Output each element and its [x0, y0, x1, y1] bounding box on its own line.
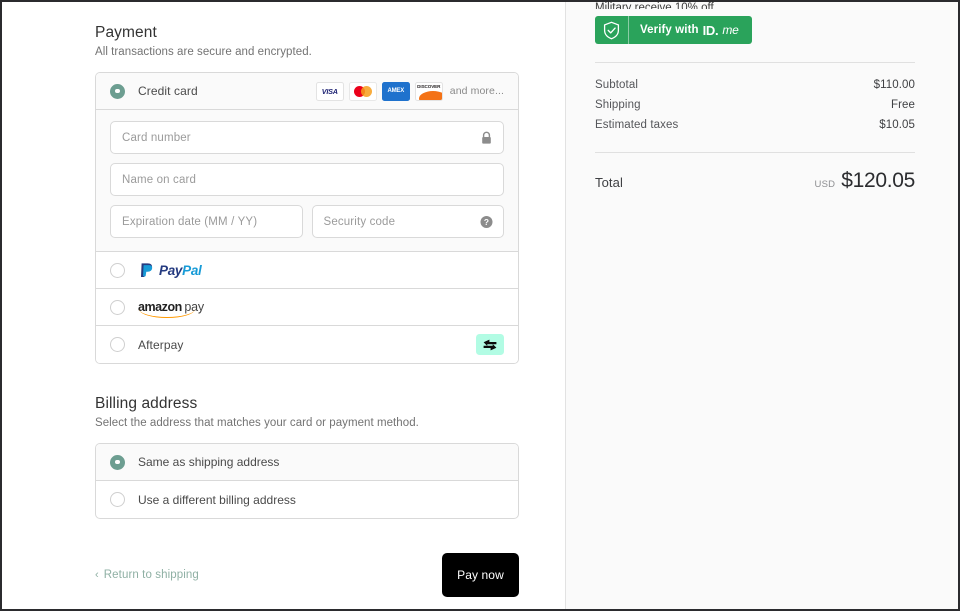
summary-rows: Subtotal $110.00 Shipping Free Estimated…	[595, 75, 915, 135]
expiration-date-placeholder: Expiration date (MM / YY)	[122, 215, 258, 228]
radio-same-as-shipping[interactable]	[110, 454, 125, 470]
browser-window: Payment All transactions are secure and …	[0, 0, 960, 611]
mastercard-icon	[348, 81, 377, 101]
lock-icon	[480, 131, 493, 145]
payment-method-credit-card[interactable]: Credit card VISA AMEX DISCOVER and more.…	[96, 73, 518, 110]
card-brand-logos: VISA AMEX DISCOVER	[315, 81, 443, 101]
summary-label-subtotal: Subtotal	[595, 78, 638, 91]
checkout-main-column: Payment All transactions are secure and …	[4, 2, 565, 609]
total-amount: $120.05	[841, 168, 915, 192]
pay-now-button[interactable]: Pay now	[442, 553, 519, 597]
radio-different-billing[interactable]	[110, 492, 125, 507]
billing-options-list: Same as shipping address Use a different…	[95, 443, 519, 519]
amex-icon: AMEX	[381, 81, 410, 101]
paypal-logo-part2: Pal	[182, 262, 202, 278]
checkout-footer: ‹ Return to shipping Pay now	[95, 553, 519, 597]
idme-label-group: Verify with ID. me	[629, 16, 752, 44]
name-on-card-placeholder: Name on card	[122, 173, 197, 186]
promo-text: Military receive 10% off	[595, 2, 714, 9]
summary-divider-top	[595, 61, 915, 63]
radio-amazon-pay[interactable]	[110, 299, 125, 315]
return-to-shipping-link[interactable]: ‹ Return to shipping	[95, 569, 199, 581]
summary-row-subtotal: Subtotal $110.00	[595, 75, 915, 95]
billing-section-title: Billing address	[95, 395, 198, 412]
billing-option-label-different: Use a different billing address	[138, 492, 296, 507]
billing-option-label-same: Same as shipping address	[138, 455, 280, 469]
radio-afterpay[interactable]	[110, 337, 125, 352]
idme-brand-id: ID.	[702, 22, 719, 38]
discover-icon: DISCOVER	[414, 81, 443, 101]
payment-method-paypal[interactable]: PayPal	[96, 252, 518, 289]
idme-brand-me: me	[722, 23, 739, 37]
total-label: Total	[595, 174, 623, 190]
summary-row-total: Total USD $120.05	[595, 169, 915, 193]
payment-section-subtitle: All transactions are secure and encrypte…	[95, 46, 312, 58]
summary-row-taxes: Estimated taxes $10.05	[595, 115, 915, 135]
radio-paypal[interactable]	[110, 262, 125, 278]
afterpay-icon	[476, 334, 504, 355]
card-number-field[interactable]: Card number	[110, 121, 504, 154]
card-number-placeholder: Card number	[122, 131, 191, 144]
amazon-smile-icon	[139, 309, 195, 318]
summary-divider-bottom	[595, 151, 915, 153]
paypal-logo-part1: Pay	[159, 262, 183, 278]
idme-verify-text: Verify with	[640, 24, 699, 36]
shield-check-icon	[595, 16, 629, 44]
security-code-field[interactable]: Security code ?	[311, 205, 504, 238]
radio-credit-card[interactable]	[110, 83, 125, 99]
total-currency: USD	[814, 178, 836, 190]
billing-option-different-address[interactable]: Use a different billing address	[96, 481, 518, 518]
payment-method-amazon-pay[interactable]: amazon pay	[96, 289, 518, 326]
summary-label-shipping: Shipping	[595, 98, 641, 111]
verify-with-idme-button[interactable]: Verify with ID. me	[595, 16, 752, 44]
summary-value-taxes: $10.05	[879, 118, 915, 131]
expiration-date-field[interactable]: Expiration date (MM / YY)	[110, 205, 303, 238]
payment-method-label-afterpay: Afterpay	[138, 337, 184, 352]
billing-section-subtitle: Select the address that matches your car…	[95, 417, 419, 429]
svg-text:?: ?	[484, 217, 489, 227]
security-code-placeholder: Security code	[323, 215, 396, 228]
summary-row-shipping: Shipping Free	[595, 95, 915, 115]
chevron-left-icon: ‹	[95, 568, 99, 581]
summary-label-taxes: Estimated taxes	[595, 118, 679, 131]
paypal-logo: PayPal	[138, 262, 202, 279]
visa-icon: VISA	[315, 81, 344, 101]
billing-address-section: Billing address Select the address that …	[95, 395, 519, 519]
payment-section-title: Payment	[95, 24, 157, 41]
billing-option-same-as-shipping[interactable]: Same as shipping address	[96, 444, 518, 481]
amazon-pay-logo: amazon pay	[138, 300, 204, 318]
return-to-shipping-label: Return to shipping	[103, 569, 199, 581]
expiry-security-row: Expiration date (MM / YY) Security code …	[110, 205, 504, 238]
order-summary-sidebar: Military receive 10% off Verify with ID.…	[565, 2, 958, 609]
credit-card-form: Card number Name on card Expiration date…	[96, 110, 518, 252]
payment-methods-list: Credit card VISA AMEX DISCOVER and more.…	[95, 72, 519, 364]
summary-value-shipping: Free	[890, 98, 915, 111]
summary-value-subtotal: $110.00	[873, 78, 915, 91]
total-amount-group: USD $120.05	[814, 168, 916, 193]
name-on-card-field[interactable]: Name on card	[110, 163, 504, 196]
and-more-label: and more...	[449, 85, 504, 97]
payment-method-afterpay[interactable]: Afterpay	[96, 326, 518, 363]
payment-method-label-credit-card: Credit card	[138, 84, 198, 98]
help-icon[interactable]: ?	[480, 215, 493, 228]
checkout-page: Payment All transactions are secure and …	[4, 2, 958, 609]
